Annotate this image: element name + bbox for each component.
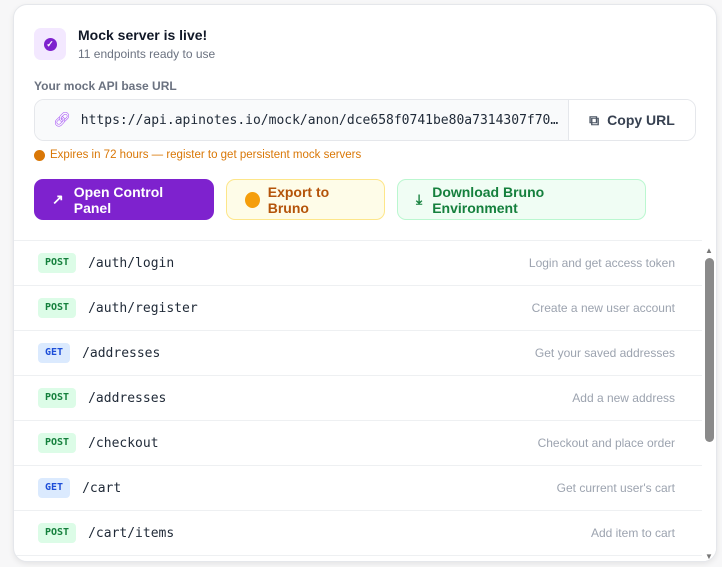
copy-url-button[interactable]: ⧉ Copy URL <box>569 100 695 140</box>
url-field[interactable]: 🔗︎ https://api.apinotes.io/mock/anon/dce6… <box>35 100 569 140</box>
endpoint-path: /cart/items <box>88 525 175 541</box>
endpoint-row[interactable]: POST/auth/login Login and get access toke… <box>14 241 702 286</box>
endpoint-description: Get current user's cart <box>556 481 675 495</box>
bruno-icon <box>245 191 260 208</box>
endpoint-description: Login and get access token <box>528 256 675 270</box>
scroll-up-icon[interactable]: ▲ <box>705 246 713 255</box>
header: ✓ Mock server is live! 11 endpoints read… <box>34 27 215 61</box>
download-label: Download Bruno Environment <box>432 183 545 216</box>
export-label: Export to Bruno <box>267 183 330 216</box>
endpoint-description: Checkout and place order <box>537 436 675 450</box>
copy-url-label: Copy URL <box>607 112 675 128</box>
title: Mock server is live! <box>78 27 208 43</box>
external-link-icon: ↗ <box>52 191 64 207</box>
scrollbar[interactable]: ▲ ▼ <box>702 240 716 561</box>
copy-icon: ⧉ <box>589 111 600 128</box>
endpoint-row[interactable]: POST/auth/register Create a new user acco… <box>14 286 702 331</box>
method-badge: POST <box>38 388 77 408</box>
download-icon: ⤓ <box>416 191 423 207</box>
endpoint-row[interactable]: POST/checkout Checkout and place order <box>14 421 702 466</box>
endpoint-description: Create a new user account <box>531 301 675 315</box>
link-icon: 🔗︎ <box>53 112 71 128</box>
scrollbar-thumb[interactable] <box>705 258 714 442</box>
method-badge: POST <box>38 523 77 543</box>
clock-icon <box>34 149 45 161</box>
endpoint-description: Get your saved addresses <box>534 346 675 360</box>
url-box: 🔗︎ https://api.apinotes.io/mock/anon/dce6… <box>34 99 696 141</box>
endpoint-row[interactable]: GET/cart Get current user's cart <box>14 466 702 511</box>
url-value: https://api.apinotes.io/mock/anon/dce658… <box>80 112 559 128</box>
url-label: Your mock API base URL <box>34 79 177 93</box>
method-badge: POST <box>38 298 77 318</box>
endpoint-path: /auth/login <box>88 255 175 271</box>
endpoint-list: POST/auth/login Login and get access toke… <box>14 240 702 556</box>
endpoint-path: /cart <box>82 480 122 496</box>
export-to-bruno-button[interactable]: Export to Bruno <box>226 179 385 220</box>
scroll-down-icon[interactable]: ▼ <box>705 552 713 561</box>
mock-server-card: ✓ Mock server is live! 11 endpoints read… <box>13 4 717 562</box>
endpoint-description: Add item to cart <box>590 526 675 540</box>
method-badge: GET <box>38 343 71 363</box>
expiry-notice: Expires in 72 hours — register to get pe… <box>34 149 361 161</box>
endpoint-path: /checkout <box>88 435 159 451</box>
method-badge: POST <box>38 253 77 273</box>
open-label: Open Control Panel <box>73 183 164 216</box>
endpoint-row[interactable]: POST/cart/items Add item to cart <box>14 511 702 556</box>
endpoint-path: /auth/register <box>88 300 198 316</box>
download-bruno-environment-button[interactable]: ⤓ Download Bruno Environment <box>397 179 646 220</box>
method-badge: GET <box>38 478 71 498</box>
endpoint-path: /addresses <box>82 345 161 361</box>
endpoint-row[interactable]: POST/addresses Add a new address <box>14 376 702 421</box>
endpoint-description: Add a new address <box>572 391 675 405</box>
method-badge: POST <box>38 433 77 453</box>
check-circle-icon: ✓ <box>43 37 57 51</box>
open-control-panel-button[interactable]: ↗ Open Control Panel <box>34 179 214 220</box>
status-badge: ✓ <box>34 28 66 60</box>
endpoint-path: /addresses <box>88 390 167 406</box>
subtitle: 11 endpoints ready to use <box>78 47 216 61</box>
endpoint-row[interactable]: GET/addresses Get your saved addresses <box>14 331 702 376</box>
expiry-text: Expires in 72 hours — register to get pe… <box>50 149 362 161</box>
